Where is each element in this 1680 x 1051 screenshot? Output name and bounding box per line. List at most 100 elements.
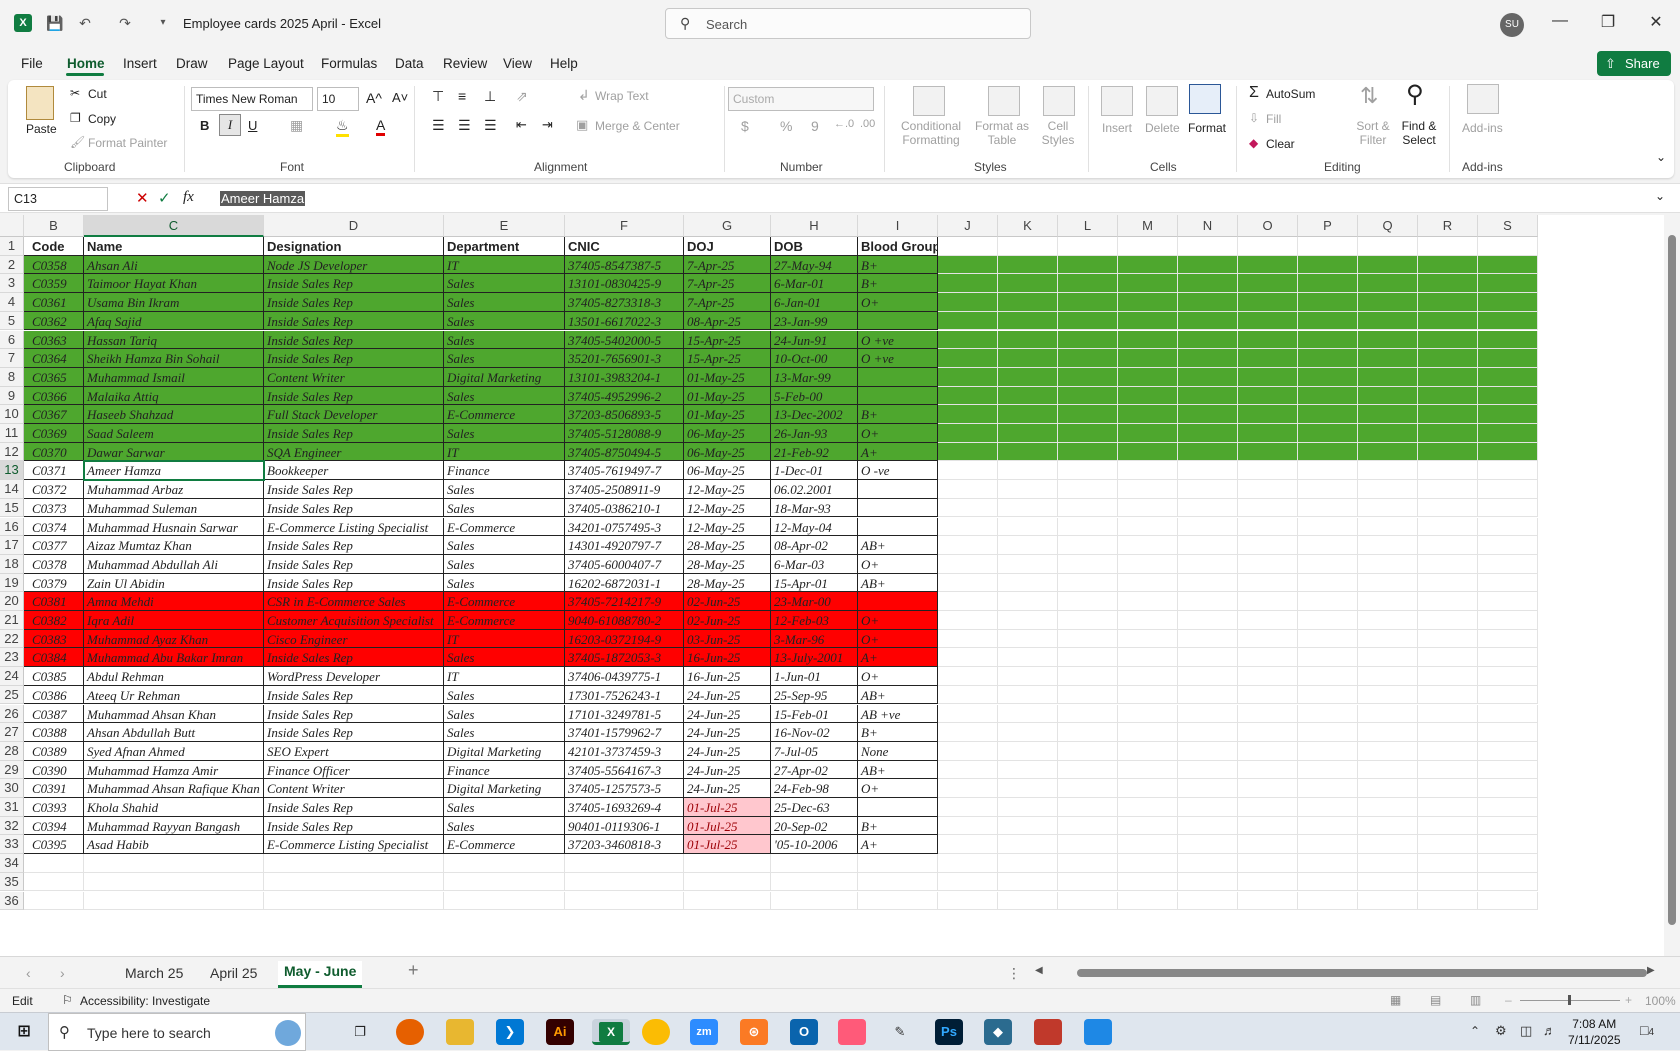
empty-cell[interactable] <box>1358 760 1418 780</box>
empty-cell[interactable] <box>1478 760 1538 780</box>
table-cell[interactable]: E-Commerce <box>444 405 565 424</box>
table-cell[interactable]: Sheikh Hamza Bin Sohail <box>84 349 264 368</box>
empty-cell[interactable] <box>998 891 1058 911</box>
tab-data[interactable]: Data <box>395 56 424 71</box>
empty-cell[interactable] <box>998 779 1058 798</box>
next-sheet-icon[interactable]: › <box>60 965 65 981</box>
table-cell[interactable]: 37203-8506893-5 <box>565 405 684 424</box>
table-cell[interactable]: Muhammad Arbaz <box>84 480 264 499</box>
empty-cell[interactable] <box>938 517 998 537</box>
empty-cell[interactable] <box>1178 573 1238 593</box>
empty-cell[interactable] <box>1178 704 1238 724</box>
column-title[interactable]: Department <box>444 237 565 256</box>
horizontal-scrollbar[interactable]: ◀ ▶ <box>1035 965 1655 978</box>
table-cell[interactable]: 16-Jun-25 <box>684 648 771 668</box>
empty-cell[interactable] <box>1298 349 1358 368</box>
copy-icon[interactable]: ❐ <box>70 111 81 125</box>
copy-button[interactable]: Copy <box>88 112 116 126</box>
sheet-tab-april[interactable]: April 25 <box>210 965 257 981</box>
empty-cell[interactable] <box>998 648 1058 668</box>
chrome-icon[interactable] <box>642 1019 670 1045</box>
table-cell[interactable]: 12-May-25 <box>684 517 771 537</box>
sort-filter-icon[interactable]: ⇅ <box>1360 83 1378 109</box>
photoshop-icon[interactable]: Ps <box>935 1019 963 1045</box>
table-cell[interactable]: 6-Mar-01 <box>771 274 858 294</box>
empty-cell[interactable] <box>264 891 444 911</box>
table-cell[interactable]: 1-Jun-01 <box>771 667 858 686</box>
align-left-icon[interactable]: ☰ <box>432 117 445 134</box>
empty-cell[interactable] <box>1298 872 1358 892</box>
scroll-right-icon[interactable]: ▶ <box>1647 965 1655 976</box>
table-cell[interactable]: Sales <box>444 554 565 574</box>
row-header[interactable]: 33 <box>0 835 24 855</box>
firefox-icon[interactable] <box>396 1019 424 1045</box>
empty-cell[interactable] <box>264 854 444 873</box>
empty-cell[interactable] <box>1358 611 1418 630</box>
empty-cell[interactable] <box>1178 667 1238 686</box>
empty-cell[interactable] <box>1058 367 1118 387</box>
normal-view-icon[interactable]: ▦ <box>1390 993 1401 1007</box>
empty-cell[interactable] <box>1058 442 1118 462</box>
cut-icon[interactable]: ✂ <box>70 86 80 100</box>
table-cell[interactable]: C0374 <box>24 517 84 537</box>
tab-review[interactable]: Review <box>443 56 487 71</box>
empty-cell[interactable] <box>938 798 998 817</box>
maximize-icon[interactable]: ❐ <box>1593 12 1623 32</box>
empty-cell[interactable] <box>938 461 998 481</box>
table-cell[interactable]: C0377 <box>24 536 84 555</box>
empty-cell[interactable] <box>1238 573 1298 593</box>
empty-cell[interactable] <box>1118 255 1178 275</box>
table-cell[interactable]: C0394 <box>24 816 84 836</box>
empty-cell[interactable] <box>1118 311 1178 331</box>
table-cell[interactable]: Digital Marketing <box>444 367 565 387</box>
sheet-tab-march[interactable]: March 25 <box>125 965 183 981</box>
empty-cell[interactable] <box>1178 517 1238 537</box>
table-cell[interactable]: Sales <box>444 573 565 593</box>
empty-cell[interactable] <box>1298 480 1358 499</box>
empty-cell[interactable] <box>1478 293 1538 312</box>
empty-cell[interactable] <box>1118 854 1178 873</box>
sort-filter-button[interactable]: Sort & Filter <box>1355 119 1391 147</box>
empty-cell[interactable] <box>1118 760 1178 780</box>
table-cell[interactable]: Muhammad Suleman <box>84 498 264 518</box>
illustrator-icon[interactable]: Ai <box>546 1019 574 1045</box>
empty-cell[interactable] <box>1418 779 1478 798</box>
redo-icon[interactable]: ↷ <box>116 14 134 32</box>
empty-cell[interactable] <box>1238 723 1298 742</box>
table-cell[interactable]: 37405-5128088-9 <box>565 424 684 443</box>
table-cell[interactable]: C0363 <box>24 330 84 350</box>
empty-cell[interactable] <box>1118 480 1178 499</box>
table-cell[interactable]: Inside Sales Rep <box>264 723 444 742</box>
empty-cell[interactable] <box>998 442 1058 462</box>
empty-cell[interactable] <box>998 854 1058 873</box>
table-cell[interactable]: C0367 <box>24 405 84 424</box>
empty-cell[interactable] <box>1358 835 1418 855</box>
taskbar-search-box[interactable]: ⚲ Type here to search <box>48 1013 306 1051</box>
format-as-table-button[interactable]: Format as Table <box>971 119 1033 147</box>
paint-app-icon[interactable] <box>1084 1019 1112 1045</box>
empty-cell[interactable] <box>1238 629 1298 649</box>
merge-icon[interactable]: ▣ <box>576 117 588 133</box>
autosum-button[interactable]: AutoSum <box>1266 87 1315 101</box>
empty-cell[interactable] <box>24 872 84 892</box>
table-cell[interactable]: IT <box>444 629 565 649</box>
table-cell[interactable]: Sales <box>444 386 565 406</box>
table-cell[interactable]: Inside Sales Rep <box>264 536 444 555</box>
empty-cell[interactable] <box>1118 442 1178 462</box>
table-cell[interactable]: 37406-0439775-1 <box>565 667 684 686</box>
table-cell[interactable]: 15-Apr-25 <box>684 349 771 368</box>
table-cell[interactable]: Sales <box>444 685 565 705</box>
table-cell[interactable] <box>858 386 938 406</box>
row-header[interactable]: 31 <box>0 798 24 817</box>
empty-cell[interactable] <box>938 573 998 593</box>
empty-cell[interactable] <box>858 854 938 873</box>
table-cell[interactable]: 01-May-25 <box>684 405 771 424</box>
table-cell[interactable]: Muhammad Ayaz Khan <box>84 629 264 649</box>
empty-cell[interactable] <box>1118 536 1178 555</box>
empty-cell[interactable] <box>938 424 998 443</box>
row-header[interactable]: 19 <box>0 573 24 593</box>
empty-cell[interactable] <box>771 854 858 873</box>
empty-cell[interactable] <box>1238 330 1298 350</box>
empty-cell[interactable] <box>1058 461 1118 481</box>
row-header[interactable]: 13 <box>0 461 24 481</box>
